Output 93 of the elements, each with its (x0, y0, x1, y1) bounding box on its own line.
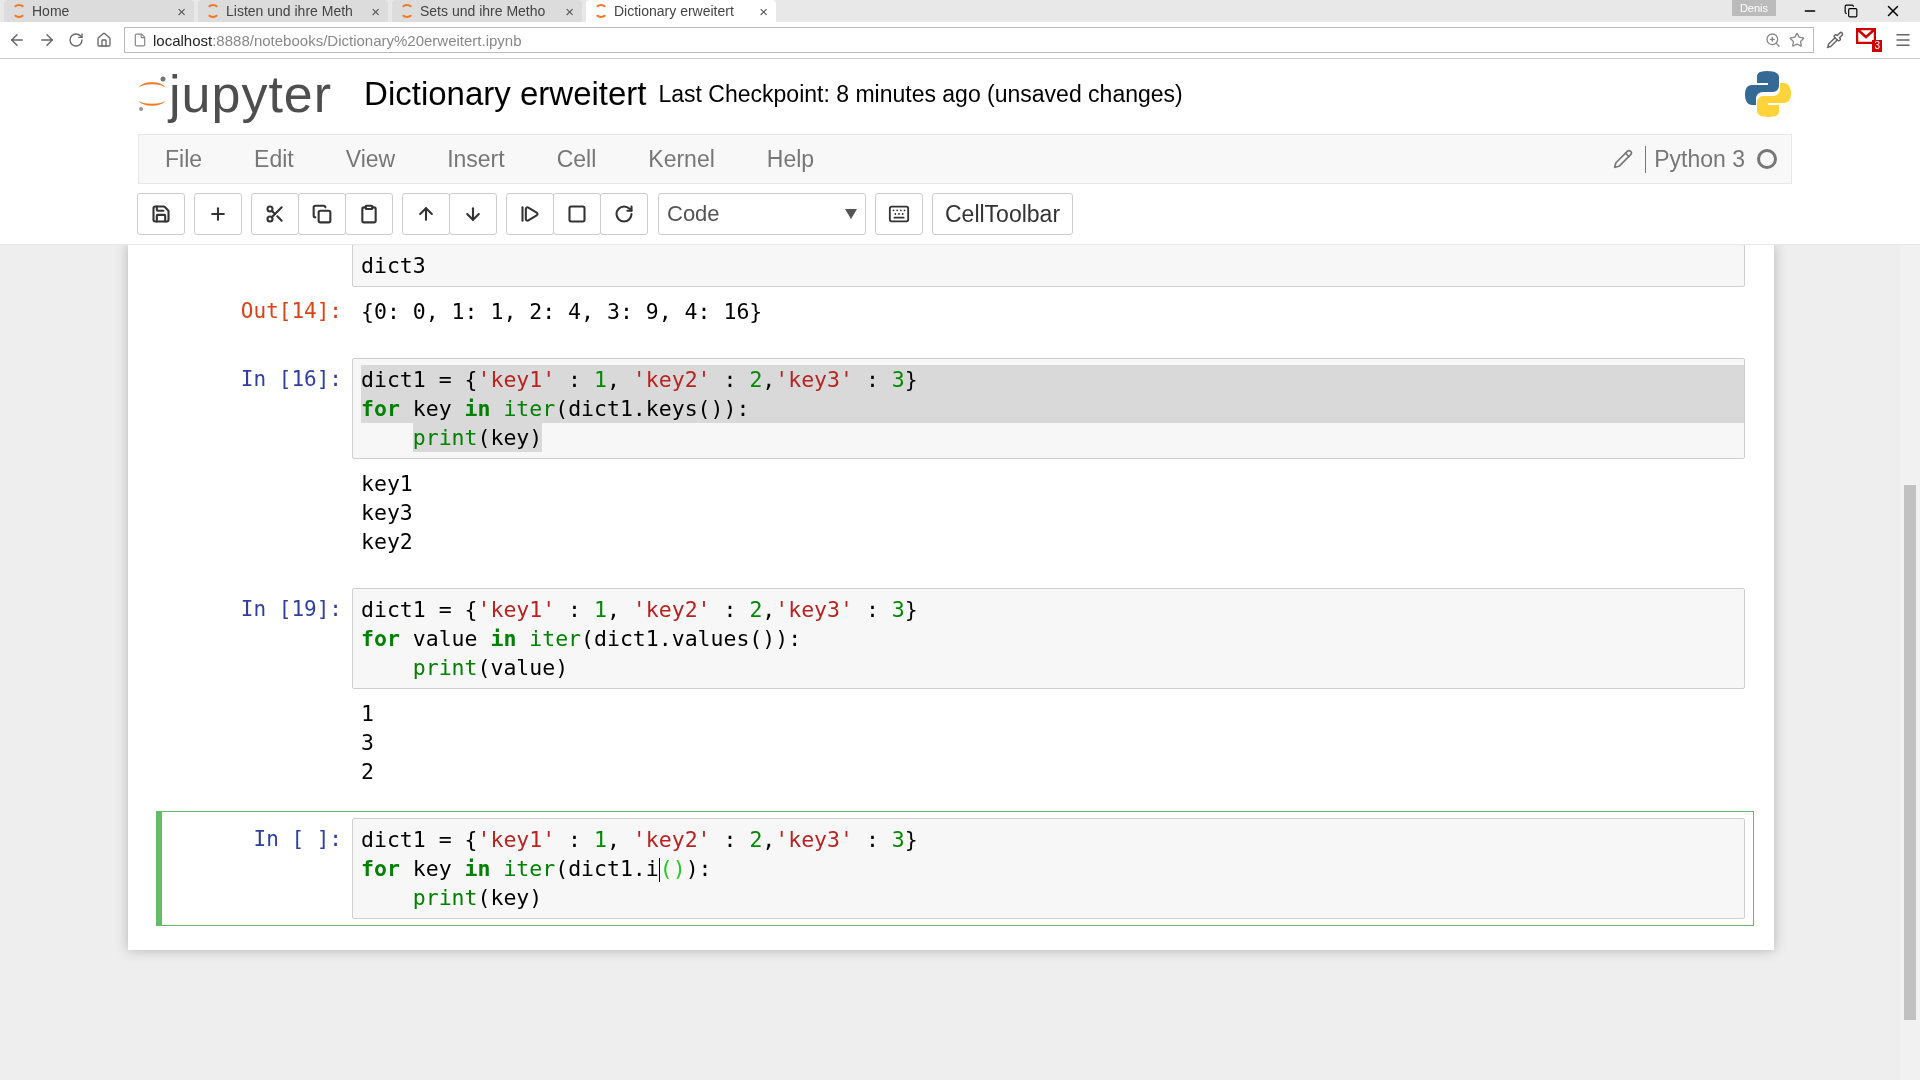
star-icon[interactable] (1789, 32, 1805, 48)
pipette-icon[interactable] (1826, 31, 1844, 49)
code-line: for key in iter(dict1.i()): (361, 855, 713, 883)
output-line: key1 (361, 470, 414, 498)
input-prompt: In [16]: (239, 366, 343, 393)
cell-type-dropdown[interactable]: Code (658, 193, 866, 235)
arrow-up-icon (416, 204, 436, 224)
notebook-title[interactable]: Dictionary erweitert (364, 75, 647, 113)
logo-text: jupyter (169, 64, 333, 124)
menu-item[interactable]: File (165, 145, 203, 173)
keyboard-shortcuts-button[interactable] (875, 193, 923, 235)
stop-button[interactable] (553, 193, 601, 235)
caret-icon (845, 209, 857, 219)
close-tab-button[interactable]: × (177, 2, 186, 20)
menu-item[interactable]: Kernel (648, 145, 715, 173)
mail-extension-button[interactable]: 3 (1856, 28, 1882, 52)
menu-item[interactable]: Insert (447, 145, 505, 173)
menu-item[interactable]: Help (766, 145, 815, 173)
code-line: dict3 (361, 252, 427, 280)
code-input[interactable]: dict3 (352, 245, 1745, 287)
code-line: dict1 = {'key1' : 1, 'key2' : 2,'key3' : 3} (361, 596, 919, 624)
browser-tab[interactable]: Dictionary erweitert × (586, 0, 776, 22)
kernel-name: Python 3 (1645, 145, 1745, 173)
notebook-cell[interactable]: In [ ]: dict1 = {'key1' : 1, 'key2' : 2,'key3' : 3} for key in iter(dict1.i()): print(key) (156, 811, 1754, 926)
code-line: dict1 = {'key1' : 1, 'key2' : 2,'key3' : 3} (361, 826, 919, 854)
run-button[interactable] (506, 193, 554, 235)
arrow-down-icon (463, 204, 483, 224)
edit-mode-icon (1613, 149, 1634, 169)
input-prompt: In [ ]: (252, 826, 343, 853)
stop-icon (567, 204, 587, 224)
plus-icon (208, 204, 228, 224)
output-line: 2 (361, 758, 375, 786)
copy-button[interactable] (298, 193, 346, 235)
code-input[interactable]: dict1 = {'key1' : 1, 'key2' : 2,'key3' : 3} for value in iter(dict1.values()): print(value) (352, 588, 1745, 689)
notebook-cell[interactable]: In [16]: dict1 = {'key1' : 1, 'key2' : 2,'key3' : 3} for key in iter(dict1.keys()): print(key) key1 key3 key2 (156, 351, 1754, 563)
text-cursor (658, 858, 660, 882)
code-input[interactable]: dict1 = {'key1' : 1, 'key2' : 2,'key3' : 3} for key in iter(dict1.i()): print(key) (352, 818, 1745, 919)
save-button[interactable] (137, 193, 185, 235)
tab-favicon-icon (400, 4, 414, 18)
restore-icon[interactable] (1844, 4, 1858, 18)
output-line: 1 (361, 700, 375, 728)
back-icon[interactable] (8, 31, 26, 49)
arrow-down-button[interactable] (449, 193, 497, 235)
output-line: key3 (361, 499, 414, 527)
forward-icon[interactable] (38, 31, 56, 49)
celltoolbar-button[interactable]: CellToolbar (932, 193, 1074, 235)
paste-icon (359, 204, 379, 224)
restart-button[interactable] (600, 193, 648, 235)
code-line: print(key) (412, 884, 543, 912)
cut-button[interactable] (251, 193, 299, 235)
reload-icon[interactable] (68, 32, 84, 48)
menu-item[interactable]: Cell (556, 145, 597, 173)
output-line: {0: 0, 1: 1, 2: 4, 3: 9, 4: 16} (361, 298, 764, 326)
browser-tab[interactable]: Listen und ihre Meth × (198, 0, 388, 22)
address-field[interactable]: localhost:8888/notebooks/Dictionary%20erweitert.ipynb (124, 27, 1814, 53)
tab-favicon-icon (206, 4, 220, 18)
code-input[interactable]: dict1 = {'key1' : 1, 'key2' : 2,'key3' : 3} for key in iter(dict1.keys()): print(key) (352, 358, 1745, 459)
output-line: 3 (361, 729, 375, 757)
tab-favicon-icon (594, 4, 608, 18)
browser-tab[interactable]: Home × (4, 0, 194, 22)
input-prompt: In [19]: (239, 596, 343, 623)
menu-item[interactable]: Edit (254, 145, 294, 173)
menu-icon[interactable] (1894, 31, 1912, 49)
cut-icon (265, 204, 285, 224)
close-tab-button[interactable]: × (759, 2, 768, 20)
zoom-icon[interactable] (1765, 32, 1781, 48)
copy-icon (312, 204, 332, 224)
browser-tab[interactable]: Sets und ihre Metho × (392, 0, 582, 22)
scrollbar-thumb[interactable] (1904, 485, 1916, 1020)
output-line: key2 (361, 528, 414, 556)
page-icon (133, 33, 147, 47)
envelope-icon (1856, 28, 1876, 44)
jupyter-logo-icon (135, 74, 169, 114)
home-icon[interactable] (96, 32, 112, 48)
menu-item[interactable]: View (345, 145, 396, 173)
notebook-cell[interactable]: dict3 Out[14]: {0: 0, 1: 1, 2: 4, 3: 9, 4: 16} (156, 245, 1754, 333)
run-icon (520, 204, 540, 224)
keyboard-icon (888, 203, 910, 225)
restart-icon (614, 204, 634, 224)
code-line: print(value) (412, 654, 569, 682)
paste-button[interactable] (345, 193, 393, 235)
save-icon (151, 204, 171, 224)
tab-favicon-icon (12, 4, 26, 18)
notebook-cell[interactable]: In [19]: dict1 = {'key1' : 1, 'key2' : 2,'key3' : 3} for value in iter(dict1.values()): print(value) 1 3 2 (156, 581, 1754, 793)
code-line: for value in iter(dict1.values()): (361, 625, 803, 653)
python-logo-icon (1744, 69, 1792, 119)
plus-button[interactable] (194, 193, 242, 235)
close-tab-button[interactable]: × (565, 2, 574, 20)
output-prompt: Out[14]: (239, 298, 343, 325)
checkpoint-status: Last Checkpoint: 8 minutes ago (unsaved changes) (658, 80, 1183, 108)
mail-count-badge: 3 (1872, 40, 1882, 52)
arrow-up-button[interactable] (402, 193, 450, 235)
close-tab-button[interactable]: × (371, 2, 380, 20)
